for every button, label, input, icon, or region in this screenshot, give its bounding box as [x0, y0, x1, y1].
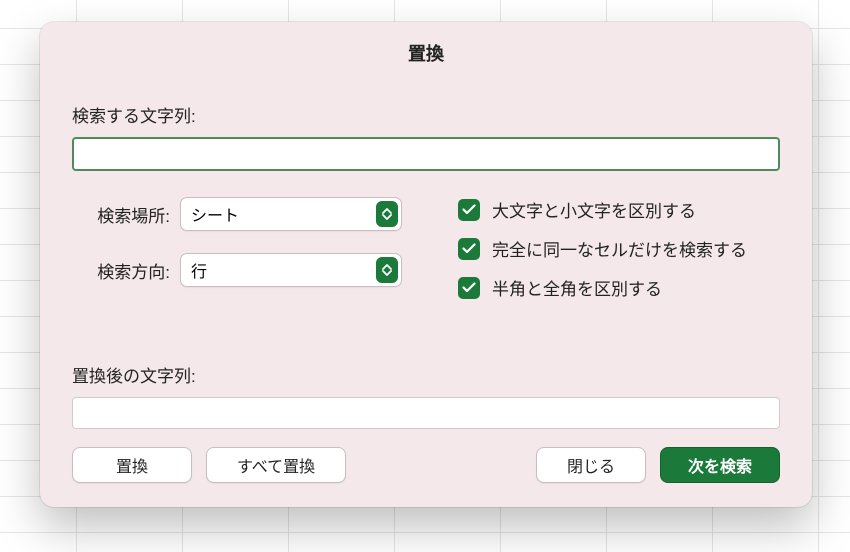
- direction-value: 行: [191, 258, 207, 282]
- direction-label: 検索方向:: [72, 258, 180, 283]
- close-button[interactable]: 閉じる: [536, 447, 646, 483]
- replace-button[interactable]: 置換: [72, 447, 192, 483]
- match-case-checkbox[interactable]: 大文字と小文字を区別する: [458, 197, 780, 222]
- match-width-label: 半角と全角を区別する: [492, 275, 662, 300]
- match-entire-label: 完全に同一なセルだけを検索する: [492, 236, 747, 261]
- replace-all-button[interactable]: すべて置換: [206, 447, 346, 483]
- dialog-footer: 置換 すべて置換 閉じる 次を検索: [40, 447, 812, 507]
- replace-label: 置換後の文字列:: [72, 362, 780, 387]
- match-entire-checkbox[interactable]: 完全に同一なセルだけを検索する: [458, 236, 780, 261]
- match-case-label: 大文字と小文字を区別する: [492, 197, 696, 222]
- direction-select[interactable]: 行: [180, 253, 402, 287]
- within-label: 検索場所:: [72, 202, 180, 227]
- within-value: シート: [191, 202, 239, 226]
- checkmark-icon: [458, 277, 480, 299]
- find-next-button[interactable]: 次を検索: [660, 447, 780, 483]
- dialog-title: 置換: [40, 22, 812, 80]
- within-select[interactable]: シート: [180, 197, 402, 231]
- match-width-checkbox[interactable]: 半角と全角を区別する: [458, 275, 780, 300]
- dialog-body: 検索する文字列: 検索場所: シート 検索方向:: [40, 80, 812, 447]
- checkmark-icon: [458, 199, 480, 221]
- replace-input[interactable]: [72, 397, 780, 429]
- checkmark-icon: [458, 238, 480, 260]
- replace-dialog: 置換 検索する文字列: 検索場所: シート 検索方向:: [40, 22, 812, 507]
- search-label: 検索する文字列:: [72, 102, 780, 127]
- stepper-icon: [376, 201, 398, 227]
- search-input[interactable]: [72, 137, 780, 171]
- stepper-icon: [376, 257, 398, 283]
